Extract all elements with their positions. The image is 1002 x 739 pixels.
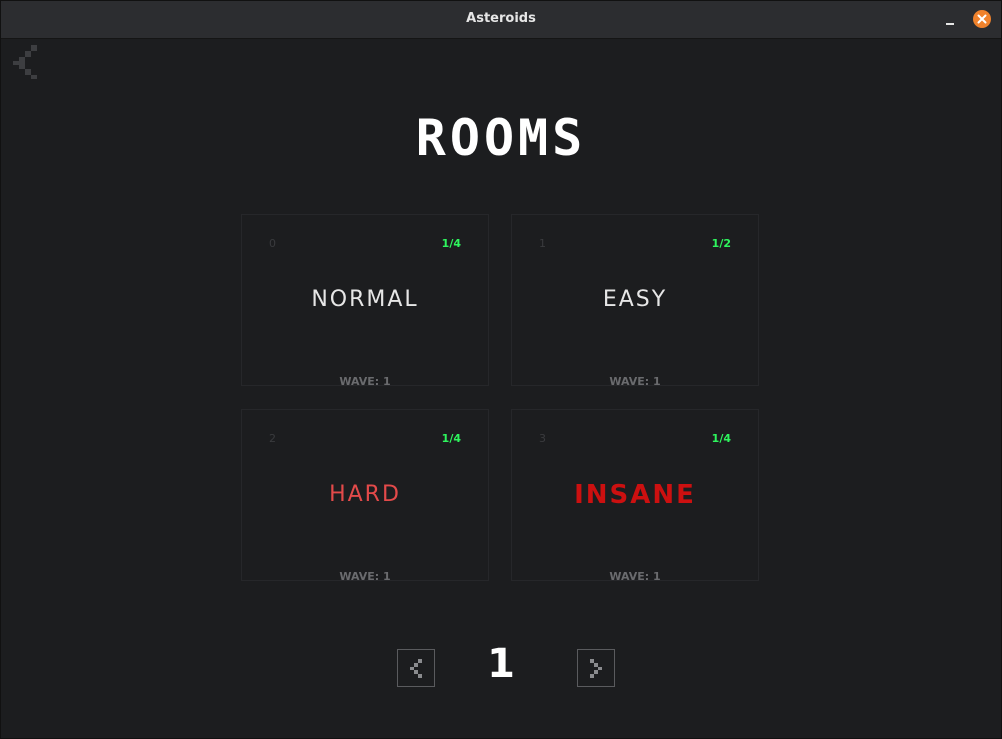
- prev-page-button[interactable]: [397, 649, 435, 687]
- room-index: 2: [269, 432, 276, 445]
- room-wave: WAVE: 1: [339, 375, 391, 388]
- room-wave: WAVE: 1: [339, 570, 391, 583]
- room-player-count: 1/4: [441, 237, 461, 250]
- back-button[interactable]: [11, 43, 41, 81]
- window-title: Asteroids: [466, 11, 536, 26]
- room-wave: WAVE: 1: [609, 375, 661, 388]
- room-mode: INSANE: [574, 480, 696, 510]
- current-page-number: 1: [487, 641, 515, 687]
- room-card-normal[interactable]: 0 1/4 NORMAL WAVE: 1: [241, 214, 489, 388]
- room-card-hard[interactable]: 2 1/4 HARD WAVE: 1: [241, 409, 489, 583]
- room-player-count: 1/4: [711, 432, 731, 445]
- room-player-count: 1/4: [441, 432, 461, 445]
- minimize-button[interactable]: [941, 11, 959, 29]
- close-icon: [977, 14, 987, 24]
- room-wave: WAVE: 1: [609, 570, 661, 583]
- room-card-insane[interactable]: 3 1/4 INSANE WAVE: 1: [511, 409, 759, 583]
- app-window: Asteroids ROOMS 0 1/4 NORMAL WAVE: 1 1 1…: [0, 0, 1002, 739]
- next-page-button[interactable]: [577, 649, 615, 687]
- room-mode: HARD: [329, 482, 401, 507]
- chevron-left-icon: [13, 45, 37, 79]
- chevron-right-icon: [590, 659, 602, 678]
- chevron-left-icon: [410, 659, 422, 678]
- room-index: 0: [269, 237, 276, 250]
- room-index: 3: [539, 432, 546, 445]
- page-title: ROOMS: [415, 109, 587, 167]
- close-button[interactable]: [973, 10, 991, 28]
- room-mode: NORMAL: [311, 287, 419, 312]
- room-player-count: 1/2: [711, 237, 731, 250]
- title-bar: Asteroids: [1, 1, 1001, 39]
- room-card-easy[interactable]: 1 1/2 EASY WAVE: 1: [511, 214, 759, 388]
- room-index: 1: [539, 237, 546, 250]
- room-mode: EASY: [602, 287, 668, 312]
